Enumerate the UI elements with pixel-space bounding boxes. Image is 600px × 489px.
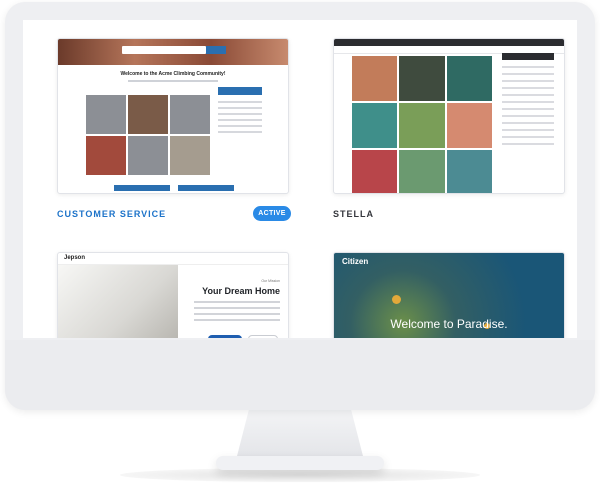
preview-primary-button [208,335,242,338]
stage: Welcome to the Acme Climbing Community! … [0,0,600,489]
preview-navbar: Jepson [58,253,288,265]
theme-thumbnail-stella[interactable] [333,38,565,194]
preview-navbar [334,39,564,46]
monitor-shadow [120,468,480,482]
preview-logo: Citizen [342,257,369,266]
preview-logo: Jepson [64,255,86,261]
monitor-neck [236,410,364,460]
preview-heading: Your Dream Home [202,286,280,296]
theme-gallery: Welcome to the Acme Climbing Community! … [23,20,577,338]
preview-sidebar [502,53,554,150]
active-badge: ACTIVE [253,206,291,221]
preview-subtitle-line [128,80,218,82]
preview-hero [58,39,288,65]
preview-footer-buttons [114,185,234,191]
preview-eyebrow: Our Mission [261,279,280,283]
theme-name-customer-service[interactable]: CUSTOMER SERVICE [57,209,166,219]
preview-paragraph-line [194,313,280,315]
preview-title: Welcome to the Acme Climbing Community! [120,71,226,77]
preview-search-button [206,46,226,54]
preview-heading: Welcome to Paradise. [390,317,508,331]
preview-paragraph-line [194,319,280,321]
preview-secondary-button [248,335,278,338]
preview-paragraph-line [194,301,280,303]
preview-plant-gallery [352,56,492,193]
monitor: Welcome to the Acme Climbing Community! … [5,2,595,410]
preview-paragraph-line [194,307,280,309]
monitor-chin [5,340,595,410]
preview-sidebar [218,87,262,177]
theme-thumbnail-customer-service[interactable]: Welcome to the Acme Climbing Community! [57,38,289,194]
preview-flower [392,295,401,304]
theme-thumbnail-citizen[interactable]: Citizen Welcome to Paradise. [333,252,565,338]
preview-search-bar [122,46,206,54]
theme-name-stella[interactable]: STELLA [333,209,374,219]
preview-architecture-image [58,265,178,338]
theme-thumbnail-jepson[interactable]: Jepson Our Mission Your Dream Home [57,252,289,338]
monitor-stand-base [216,456,384,470]
preview-image-grid [86,95,210,175]
